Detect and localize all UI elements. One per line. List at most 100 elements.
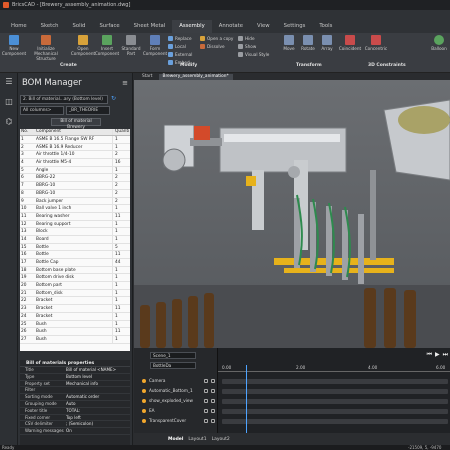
gear-icon[interactable] — [204, 418, 208, 423]
anim-item-ea[interactable]: EA — [142, 408, 218, 413]
form-component-button[interactable]: Form Component — [143, 35, 167, 56]
replace-button[interactable]: Replace — [168, 36, 192, 41]
insert-component-button[interactable]: Insert Component — [95, 35, 119, 56]
dissolve-button[interactable]: Dissolve — [200, 44, 225, 49]
table-row[interactable]: 24 Bracket 1 — [20, 312, 130, 321]
table-row[interactable]: 8 BBRG-10 2 — [20, 189, 130, 198]
menu-icon[interactable]: ≡ — [122, 79, 128, 87]
sub-scene-select[interactable]: BottleDa — [150, 362, 196, 369]
tab-annotate[interactable]: Annotate — [212, 23, 250, 33]
array-button[interactable]: Array — [318, 35, 336, 51]
table-row[interactable]: 11 Bearing washer 11 — [20, 212, 130, 221]
property-row[interactable]: Type Bottom level — [20, 374, 130, 381]
tab-layout2[interactable]: Layout2 — [212, 437, 230, 442]
track-transparent-cover[interactable] — [222, 419, 448, 424]
table-row[interactable]: 13 Block 1 — [20, 228, 130, 236]
table-row[interactable]: 14 Board 1 — [20, 235, 130, 244]
property-value[interactable]: On — [66, 428, 130, 434]
filter-select[interactable]: _BR_THEORIE — [66, 106, 110, 115]
delete-icon[interactable] — [211, 398, 215, 403]
table-row[interactable]: 6 BBRG-22 2 — [20, 174, 130, 183]
table-row[interactable]: 25 Bush 1 — [20, 320, 130, 329]
rotate-button[interactable]: Rotate — [299, 35, 317, 51]
delete-icon[interactable] — [211, 408, 215, 413]
bom-brewery-button[interactable]: Bill of material Brewery — [51, 118, 101, 130]
visual-style-button[interactable]: Visual Style — [238, 52, 269, 57]
tab-brewery-drawing[interactable]: Brewery_assembly_animation* — [158, 73, 233, 80]
open-copy-button[interactable]: Open a copy — [200, 36, 233, 41]
open-component-button[interactable]: Open Component — [71, 35, 95, 56]
tab-sheet-metal[interactable]: Sheet Metal — [127, 23, 173, 33]
anim-item-camera[interactable]: Camera — [142, 378, 218, 383]
table-row[interactable]: 3 Air throttle 1/4-10 2 — [20, 151, 130, 160]
track-automatic-bottom[interactable] — [222, 389, 448, 394]
play-icon[interactable]: ▶ — [435, 351, 440, 359]
hide-button[interactable]: Hide — [238, 36, 255, 41]
tab-surface[interactable]: Surface — [92, 23, 126, 33]
concentric-button[interactable]: Concentric — [364, 35, 388, 51]
tab-tools[interactable]: Tools — [312, 23, 339, 33]
property-row[interactable]: Sorting mode Automatic order — [20, 394, 130, 401]
tab-solid[interactable]: Solid — [66, 23, 93, 33]
table-row[interactable]: 17 Bottle Cap 44 — [20, 259, 130, 267]
table-row[interactable]: 22 Bracket 1 — [20, 297, 130, 306]
tab-layout1[interactable]: Layout1 — [188, 437, 206, 442]
table-row[interactable]: 16 Bottle 11 — [20, 251, 130, 259]
model-viewport[interactable] — [134, 80, 450, 348]
structure-icon[interactable]: ☰ — [4, 77, 14, 87]
timeline-cursor[interactable] — [246, 365, 247, 433]
property-row[interactable]: Fixed corner Top left — [20, 415, 130, 422]
show-button[interactable]: Show — [238, 44, 256, 49]
table-row[interactable]: 9 Back jumper 2 — [20, 197, 130, 206]
property-value[interactable] — [66, 387, 130, 393]
property-row[interactable]: Warning messages On — [20, 428, 130, 435]
coincident-button[interactable]: Coincident — [338, 35, 362, 51]
table-row[interactable]: 21 Bottom_disk 1 — [20, 289, 130, 298]
table-row[interactable]: 7 BBRG-10 2 — [20, 182, 130, 190]
tab-assembly[interactable]: Assembly — [172, 20, 212, 33]
local-button[interactable]: Local — [168, 44, 186, 49]
property-row[interactable]: Property set Mechanical info — [20, 381, 130, 388]
track-ea[interactable] — [222, 409, 448, 414]
property-value[interactable]: Bill of material <NAME> — [66, 367, 130, 373]
balloon-button[interactable]: Balloon — [428, 35, 450, 51]
tab-home[interactable]: Home — [4, 23, 34, 33]
table-row[interactable]: 15 Bottle 5 — [20, 243, 130, 252]
property-row[interactable]: CSV delimiter ; (Semicolon) — [20, 421, 130, 429]
bom-select[interactable]: 2. Bill of material...ary (Bottom level) — [20, 95, 108, 104]
table-row[interactable]: 2 ASME B 16.9 Reducer 1 — [20, 143, 130, 152]
tab-view[interactable]: View — [250, 23, 277, 33]
track-camera[interactable] — [222, 379, 448, 384]
delete-icon[interactable] — [211, 388, 215, 393]
header-no[interactable]: No. — [20, 129, 34, 135]
new-component-button[interactable]: New Component — [2, 35, 26, 56]
previous-icon[interactable]: ⏮ — [427, 351, 432, 359]
animation-timeline[interactable]: ⏮ ▶ ⏭ 0.00 2.00 4.00 6.00 — [218, 348, 450, 433]
refresh-icon[interactable]: ↻ — [111, 95, 116, 102]
tab-start[interactable]: Start — [138, 74, 157, 80]
anim-item-transparent-cover[interactable]: TransparentCover — [142, 418, 218, 423]
mechanical-structure-button[interactable]: Initialize Mechanical Structure — [27, 35, 65, 61]
tab-settings[interactable]: Settings — [277, 23, 313, 33]
table-row[interactable]: 5 Angle 1 — [20, 166, 130, 175]
header-component[interactable]: Component — [34, 129, 112, 135]
property-value[interactable]: Automatic order — [66, 394, 130, 400]
table-row[interactable]: 18 Bottom base plate 1 — [20, 266, 130, 275]
standard-part-button[interactable]: Standard Part — [120, 35, 142, 56]
tab-sketch[interactable]: Sketch — [34, 23, 66, 33]
property-row[interactable]: Grouping mode Auto — [20, 401, 130, 408]
cube-icon[interactable]: ◫ — [4, 97, 14, 107]
anim-item-automatic-bottom[interactable]: Automatic_Bottom_1 — [142, 388, 218, 393]
table-row[interactable]: 1 ASME B 16.5 Flange SW RF 1 — [20, 136, 130, 144]
columns-select[interactable]: All columns> — [20, 106, 64, 115]
track-exploded-view[interactable] — [222, 399, 448, 404]
property-value[interactable]: Bottom level — [66, 374, 130, 380]
table-row[interactable]: 27 Bush 1 — [20, 335, 130, 344]
tab-model[interactable]: Model — [168, 437, 183, 442]
scene-select[interactable]: Scene_1 — [150, 352, 196, 359]
table-row[interactable]: 10 Ball valve 1 inch 1 — [20, 205, 130, 213]
gear-icon[interactable] — [204, 378, 208, 383]
property-value[interactable]: Top left — [66, 415, 130, 421]
property-value[interactable]: TOTAL: — [66, 408, 130, 414]
table-row[interactable]: 4 Air throttle M5-4 16 — [20, 159, 130, 167]
